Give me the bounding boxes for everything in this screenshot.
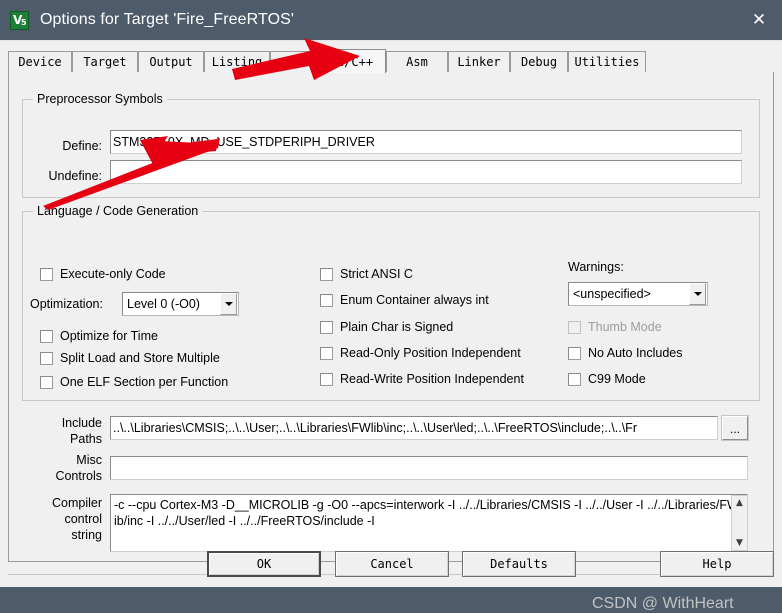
- tab-listing[interactable]: Listing: [204, 51, 270, 72]
- tab-target[interactable]: Target: [72, 51, 138, 72]
- tab-debug[interactable]: Debug: [510, 51, 568, 72]
- checkbox-box: [40, 267, 53, 281]
- undefine-input[interactable]: [110, 160, 742, 184]
- checkbox-read-only-position-independent[interactable]: Read-Only Position Independent: [320, 346, 521, 360]
- checkbox-label: Read-Only Position Independent: [340, 346, 521, 360]
- tab-output[interactable]: Output: [138, 51, 204, 72]
- tab-asm[interactable]: Asm: [386, 51, 448, 72]
- checkbox-label: Plain Char is Signed: [340, 320, 454, 334]
- checkbox-box: [568, 320, 581, 334]
- tab-strip: Device Target Output Listing User C/C++ …: [8, 49, 774, 73]
- compiler-control-string-scrollbar[interactable]: ▲ ▼: [731, 495, 748, 551]
- close-icon[interactable]: ✕: [736, 0, 782, 40]
- checkbox-strict-ansi-c[interactable]: Strict ANSI C: [320, 267, 413, 281]
- include-paths-input[interactable]: ..\..\Libraries\CMSIS;..\..\User;..\..\L…: [110, 416, 718, 440]
- define-input[interactable]: STM32F10X_MD, USE_STDPERIPH_DRIVER: [110, 130, 742, 154]
- checkbox-label: Read-Write Position Independent: [340, 372, 524, 386]
- misc-controls-label-line1: Misc: [76, 453, 102, 467]
- checkbox-box: [40, 351, 53, 365]
- compiler-control-string-label-line2: control: [64, 512, 102, 526]
- checkbox-thumb-mode: Thumb Mode: [568, 320, 662, 334]
- checkbox-box: [40, 375, 53, 389]
- preprocessor-symbols-label: Preprocessor Symbols: [33, 92, 167, 106]
- csdn-watermark: CSDN @ WithHeart: [592, 595, 734, 612]
- misc-controls-label-line2: Controls: [55, 469, 102, 483]
- optimization-select[interactable]: Level 0 (-O0): [122, 292, 239, 316]
- checkbox-label: Enum Container always int: [340, 293, 489, 307]
- undefine-label: Undefine:: [48, 169, 102, 183]
- language-code-generation-label: Language / Code Generation: [33, 204, 203, 218]
- checkbox-plain-char-is-signed[interactable]: Plain Char is Signed: [320, 320, 453, 334]
- compiler-control-string-label-line1: Compiler: [51, 496, 102, 510]
- warnings-label: Warnings:: [568, 260, 624, 274]
- checkbox-label: C99 Mode: [588, 372, 646, 386]
- chevron-down-icon[interactable]: [689, 283, 706, 305]
- warnings-value: <unspecified>: [573, 287, 651, 301]
- scroll-up-icon[interactable]: ▲: [732, 496, 747, 510]
- defaults-button[interactable]: Defaults: [462, 551, 576, 577]
- checkbox-split-load-and-store-multiple[interactable]: Split Load and Store Multiple: [40, 351, 220, 365]
- uvision-logo-icon: V5: [10, 10, 29, 30]
- compiler-control-string-input[interactable]: -c --cpu Cortex-M3 -D__MICROLIB -g -O0 -…: [110, 494, 748, 552]
- checkbox-box: [568, 372, 581, 386]
- tab-c-cpp[interactable]: C/C++: [324, 49, 386, 73]
- checkbox-box: [320, 320, 333, 334]
- checkbox-label: Optimize for Time: [60, 329, 158, 343]
- optimization-value: Level 0 (-O0): [127, 297, 200, 311]
- checkbox-box: [320, 372, 333, 386]
- chevron-down-icon[interactable]: [220, 293, 237, 315]
- checkbox-enum-container-always-int[interactable]: Enum Container always int: [320, 293, 489, 307]
- checkbox-label: Strict ANSI C: [340, 267, 413, 281]
- checkbox-c99-mode[interactable]: C99 Mode: [568, 372, 646, 386]
- tab-linker[interactable]: Linker: [448, 51, 510, 72]
- help-button[interactable]: Help: [660, 551, 774, 577]
- dialog-body: Device Target Output Listing User C/C++ …: [0, 40, 782, 612]
- checkbox-label: Thumb Mode: [588, 320, 662, 334]
- define-label: Define:: [62, 139, 102, 153]
- checkbox-label: Execute-only Code: [60, 267, 166, 281]
- checkbox-box: [320, 293, 333, 307]
- scroll-down-icon[interactable]: ▼: [732, 536, 747, 550]
- ok-button[interactable]: OK: [207, 551, 321, 577]
- tab-user[interactable]: User: [270, 51, 324, 72]
- misc-controls-input[interactable]: [110, 456, 748, 480]
- title-bar: V5 Options for Target 'Fire_FreeRTOS' ✕: [0, 0, 782, 40]
- checkbox-label: No Auto Includes: [588, 346, 683, 360]
- checkbox-one-elf-section-per-function[interactable]: One ELF Section per Function: [40, 375, 228, 389]
- checkbox-label: One ELF Section per Function: [60, 375, 229, 389]
- checkbox-box: [568, 346, 581, 360]
- tab-utilities[interactable]: Utilities: [568, 51, 646, 72]
- checkbox-box: [320, 346, 333, 360]
- tab-device[interactable]: Device: [8, 51, 72, 72]
- include-paths-browse-button[interactable]: ...: [721, 415, 749, 441]
- options-dialog: V5 Options for Target 'Fire_FreeRTOS' ✕ …: [0, 0, 782, 612]
- checkbox-box: [40, 329, 53, 343]
- checkbox-label: Split Load and Store Multiple: [60, 351, 220, 365]
- optimization-label: Optimization:: [30, 297, 103, 311]
- checkbox-optimize-for-time[interactable]: Optimize for Time: [40, 329, 158, 343]
- compiler-control-string-label-line3: string: [71, 528, 102, 542]
- include-paths-label-line2: Paths: [70, 432, 102, 446]
- checkbox-execute-only-code[interactable]: Execute-only Code: [40, 267, 166, 281]
- checkbox-no-auto-includes[interactable]: No Auto Includes: [568, 346, 683, 360]
- cancel-button[interactable]: Cancel: [335, 551, 449, 577]
- window-title: Options for Target 'Fire_FreeRTOS': [40, 11, 295, 28]
- checkbox-read-write-position-independent[interactable]: Read-Write Position Independent: [320, 372, 524, 386]
- checkbox-box: [320, 267, 333, 281]
- warnings-select[interactable]: <unspecified>: [568, 282, 708, 306]
- include-paths-label-line1: Include: [61, 416, 102, 430]
